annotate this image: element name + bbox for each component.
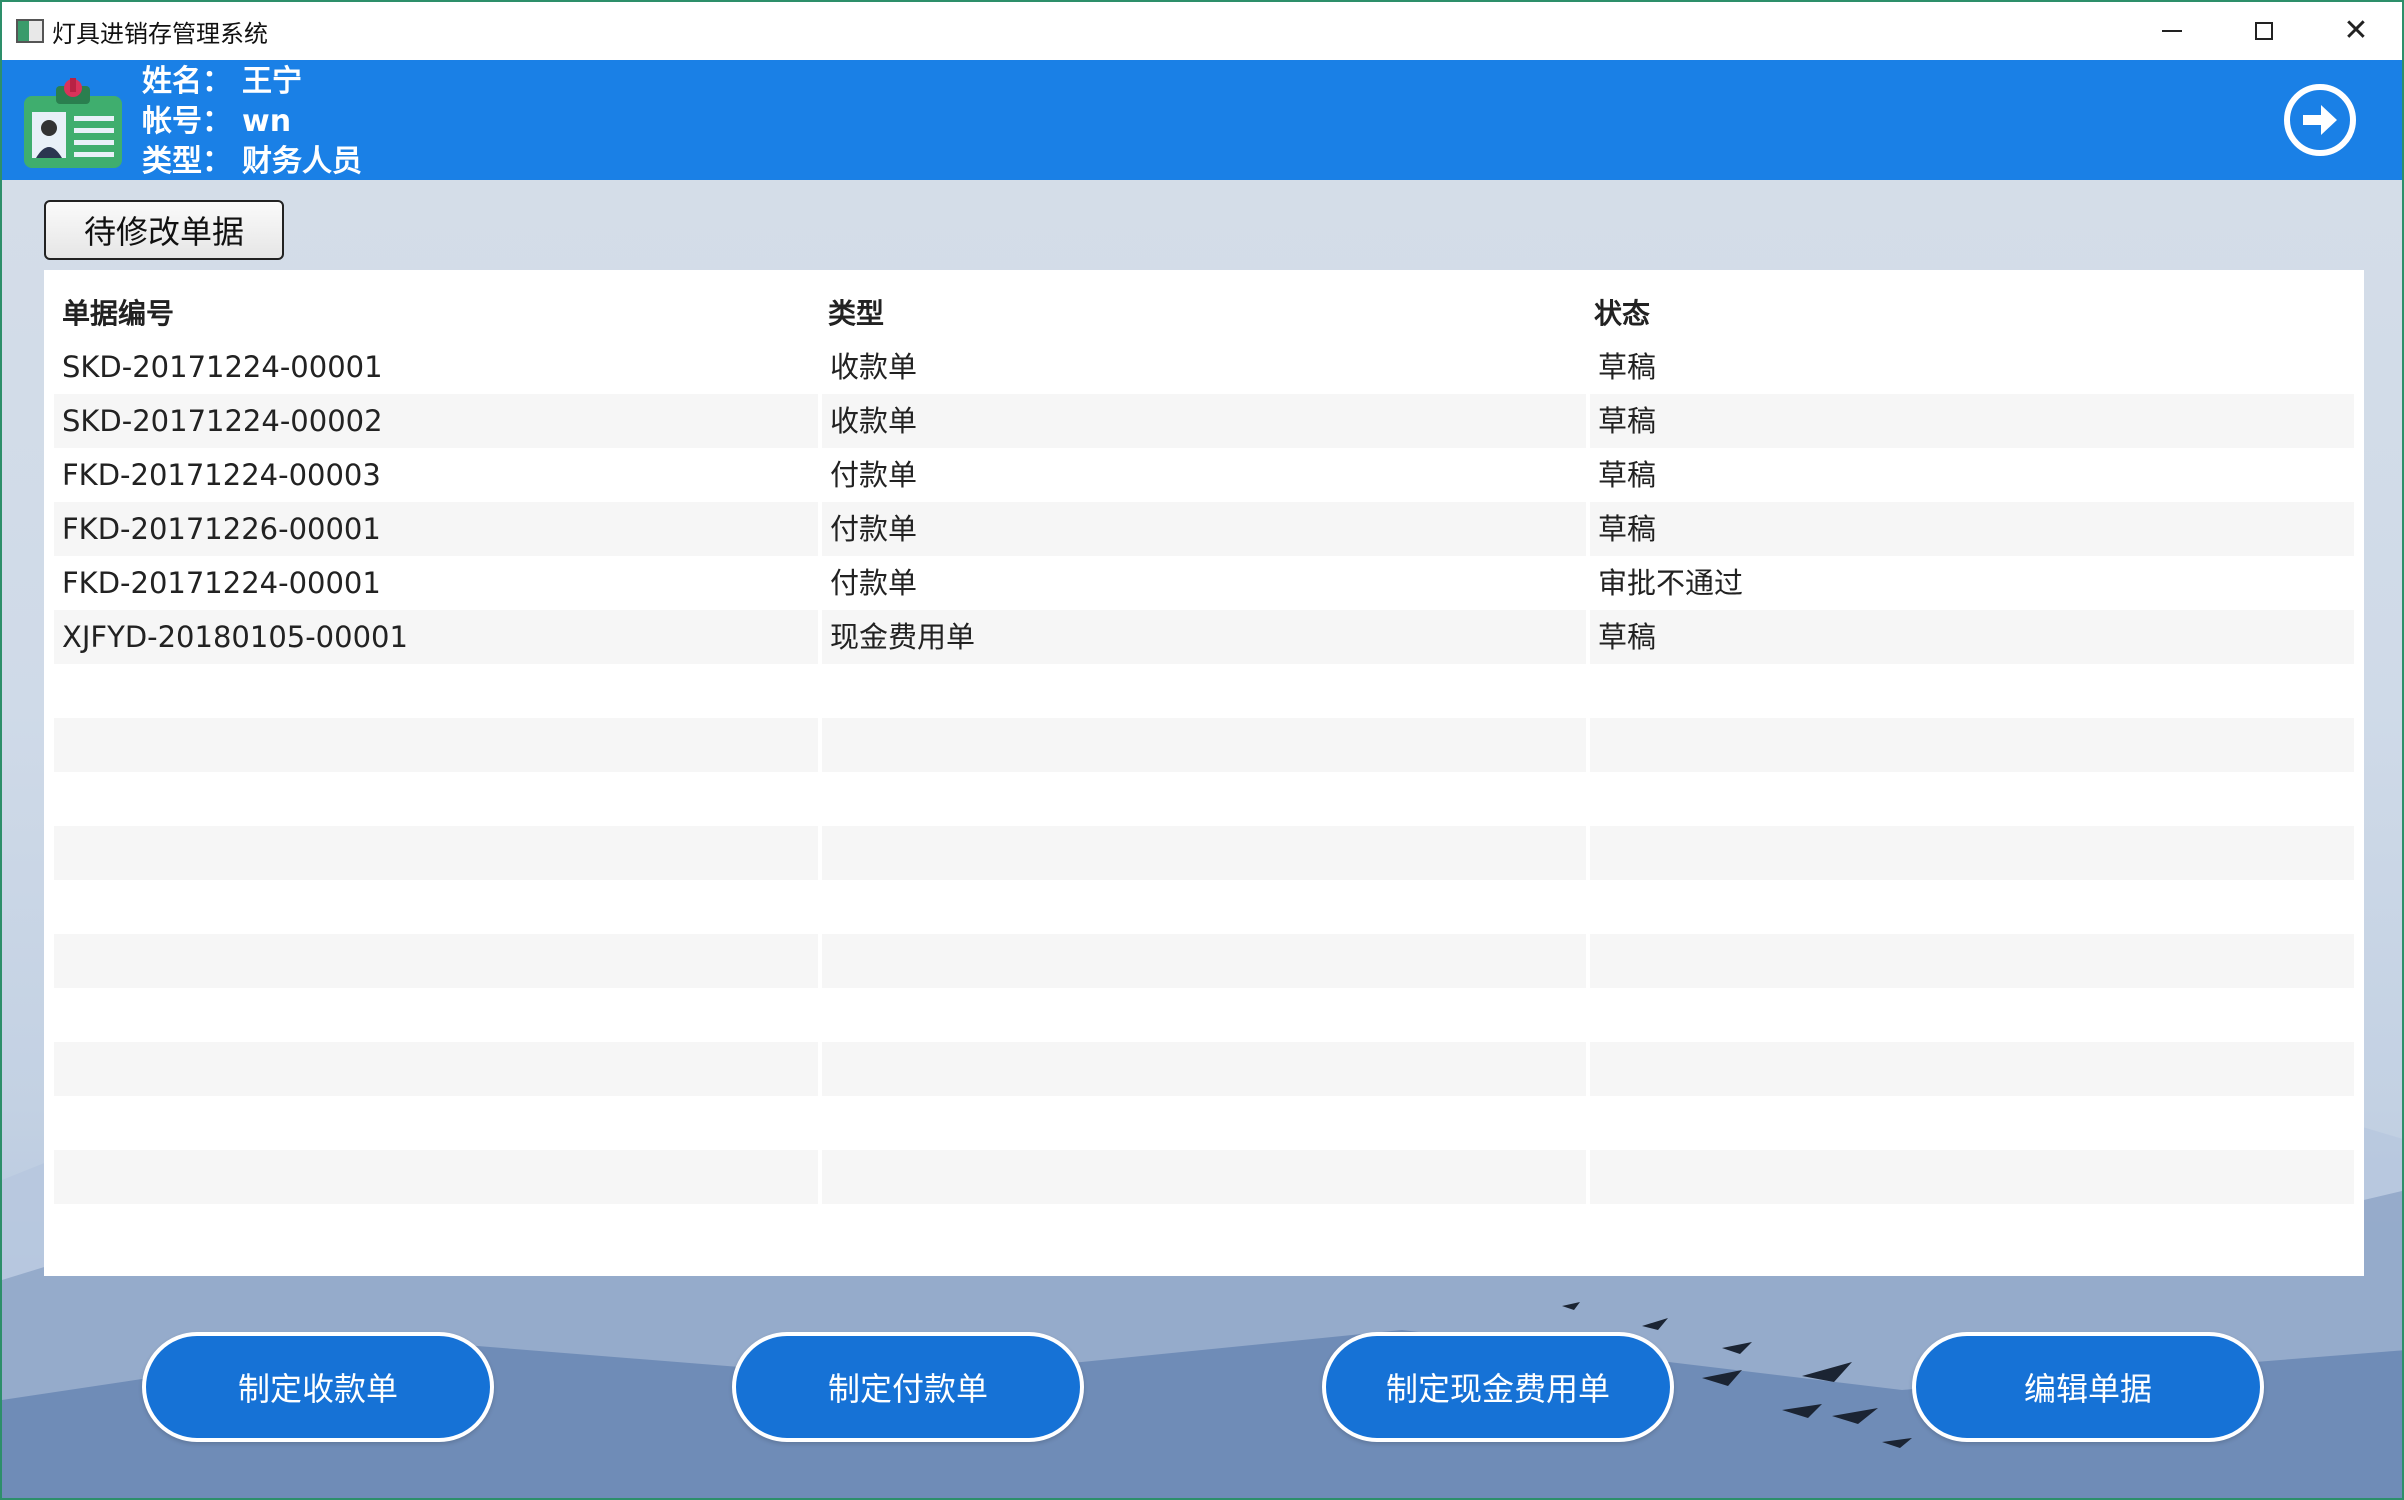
create-payment-button[interactable]: 制定付款单 (732, 1332, 1084, 1442)
empty-row (54, 718, 2354, 772)
table-row[interactable]: FKD-20171226-00001 付款单 草稿 (54, 502, 2354, 556)
cell-status: 草稿 (1590, 394, 2354, 448)
minimize-button[interactable] (2126, 2, 2218, 60)
documents-table: 单据编号 类型 状态 SKD-20171224-00001 收款单 草稿 SKD… (44, 270, 2364, 1276)
column-header-document-number[interactable]: 单据编号 (54, 288, 820, 340)
empty-row (54, 664, 2354, 718)
cell-document-number: XJFYD-20180105-00001 (54, 610, 818, 664)
table-row[interactable]: FKD-20171224-00001 付款单 审批不通过 (54, 556, 2354, 610)
create-receipt-button[interactable]: 制定收款单 (142, 1332, 494, 1442)
minimize-icon (2162, 30, 2182, 32)
cell-type: 收款单 (822, 394, 1586, 448)
close-button[interactable]: ✕ (2310, 2, 2402, 60)
pending-documents-button[interactable]: 待修改单据 (44, 200, 284, 260)
window-title: 灯具进销存管理系统 (52, 19, 268, 48)
type-value: 财务人员 (242, 144, 362, 179)
cell-document-number: FKD-20171226-00001 (54, 502, 818, 556)
account-value: wn (242, 104, 292, 139)
cell-type: 付款单 (830, 458, 918, 492)
cell-document-number: FKD-20171224-00003 (62, 458, 381, 492)
id-card-icon (24, 78, 122, 168)
table-row[interactable]: FKD-20171224-00003 付款单 草稿 (54, 448, 2354, 502)
empty-row (54, 1096, 2354, 1150)
cell-document-number: SKD-20171224-00002 (54, 394, 818, 448)
account-label: 帐号： (142, 104, 232, 139)
name-label: 姓名： (142, 64, 232, 99)
cell-status: 草稿 (1590, 610, 2354, 664)
app-window: 灯具进销存管理系统 ✕ 姓名： 王宁 帐号： wn 类型： 财务人员 待修改单据… (0, 0, 2404, 1500)
empty-row (54, 826, 2354, 880)
column-header-status[interactable]: 状态 (1586, 288, 2352, 340)
cell-type: 收款单 (830, 350, 918, 384)
app-icon (16, 19, 44, 43)
cell-document-number: SKD-20171224-00001 (62, 350, 383, 384)
arrow-right-circle-icon (2303, 105, 2337, 135)
cell-type: 付款单 (830, 566, 918, 600)
empty-row (54, 1042, 2354, 1096)
cell-status: 草稿 (1598, 458, 1657, 492)
empty-row (54, 880, 2354, 934)
user-info: 姓名： 王宁 帐号： wn 类型： 财务人员 (142, 62, 362, 182)
empty-row (54, 772, 2354, 826)
maximize-button[interactable] (2218, 2, 2310, 60)
empty-row (54, 1150, 2354, 1204)
table-header: 单据编号 类型 状态 (54, 288, 2354, 340)
empty-row (54, 988, 2354, 1042)
cell-document-number: FKD-20171224-00001 (62, 566, 381, 600)
cell-status: 草稿 (1598, 350, 1657, 384)
empty-row (54, 1204, 2354, 1258)
table-row[interactable]: SKD-20171224-00002 收款单 草稿 (54, 394, 2354, 448)
user-type-row: 类型： 财务人员 (142, 142, 362, 182)
user-header: 姓名： 王宁 帐号： wn 类型： 财务人员 (2, 60, 2402, 180)
create-cash-expense-button[interactable]: 制定现金费用单 (1322, 1332, 1674, 1442)
title-bar: 灯具进销存管理系统 ✕ (2, 2, 2402, 60)
name-value: 王宁 (242, 64, 302, 99)
maximize-icon (2255, 22, 2273, 40)
column-header-type[interactable]: 类型 (820, 288, 1586, 340)
cell-type: 现金费用单 (822, 610, 1586, 664)
type-label: 类型： (142, 144, 232, 179)
edit-document-button[interactable]: 编辑单据 (1912, 1332, 2264, 1442)
empty-row (54, 934, 2354, 988)
cell-status: 审批不通过 (1598, 566, 1744, 600)
table-row[interactable]: SKD-20171224-00001 收款单 草稿 (54, 340, 2354, 394)
table-row[interactable]: XJFYD-20180105-00001 现金费用单 草稿 (54, 610, 2354, 664)
close-icon: ✕ (2343, 13, 2369, 48)
exit-button[interactable] (2284, 84, 2356, 156)
user-account-row: 帐号： wn (142, 102, 362, 142)
window-controls: ✕ (2126, 2, 2402, 60)
user-name-row: 姓名： 王宁 (142, 62, 362, 102)
cell-type: 付款单 (822, 502, 1586, 556)
cell-status: 草稿 (1590, 502, 2354, 556)
table-body: SKD-20171224-00001 收款单 草稿 SKD-20171224-0… (54, 340, 2354, 1258)
